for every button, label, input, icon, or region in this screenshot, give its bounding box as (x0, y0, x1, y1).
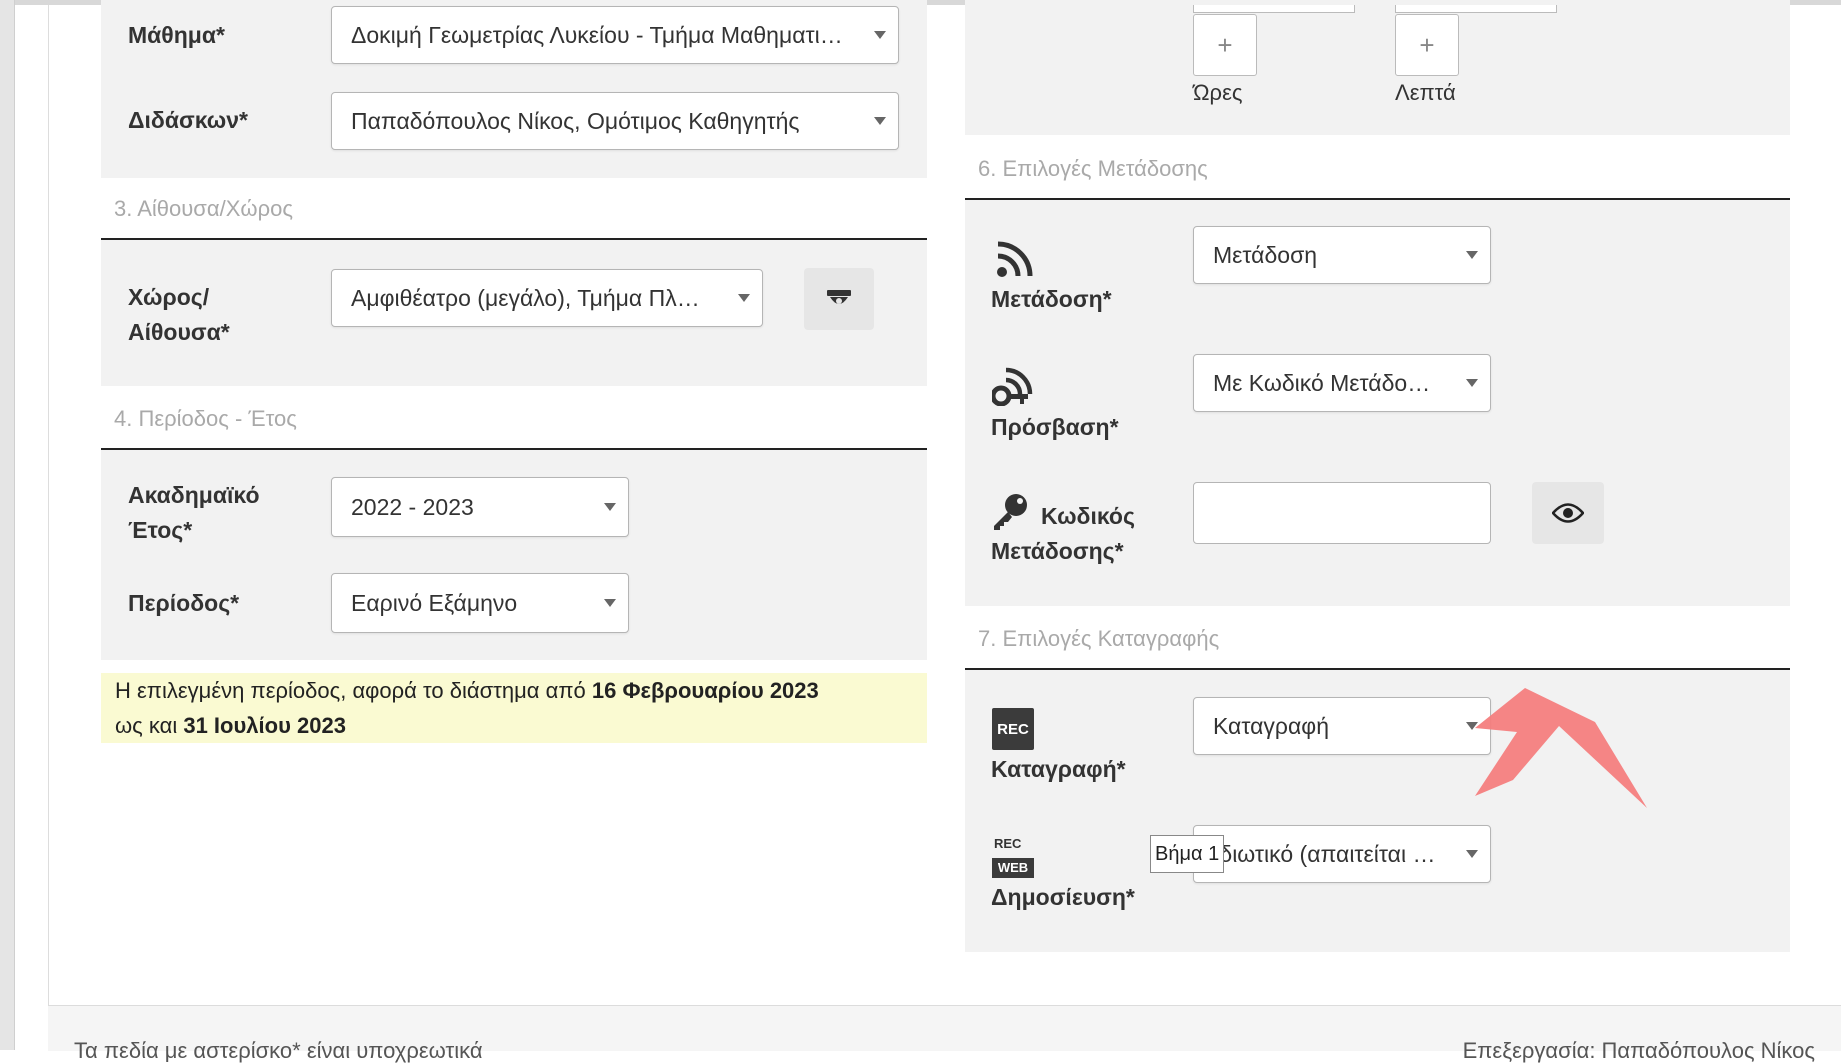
rec-web-icon-bottom: WEB (992, 858, 1034, 878)
recording-label: Καταγραφή* (991, 756, 1126, 782)
period-select[interactable]: Εαρινό Εξάμηνο (331, 573, 629, 633)
course-select-value: Δοκιμή Γεωμετρίας Λυκείου - Τμήμα Μαθημα… (351, 21, 848, 48)
academic-year-select-value: 2022 - 2023 (351, 493, 474, 520)
hours-increment-button[interactable]: + (1193, 14, 1257, 76)
chevron-down-icon (1466, 379, 1478, 387)
rec-icon: REC (992, 708, 1034, 750)
rss-icon (997, 241, 1033, 277)
room-section-title: 3. Αίθουσα/Χώρος (114, 196, 293, 221)
chevron-down-icon (604, 599, 616, 607)
chevron-down-icon (1466, 850, 1478, 858)
room-select-value: Αμφιθέατρο (μεγάλο), Τμήμα Πληροφορικής (351, 284, 712, 311)
camera-button[interactable] (804, 268, 874, 330)
stream-code-label-line1: Κωδικός (1041, 503, 1135, 529)
broadcast-label: Μετάδοση* (991, 286, 1112, 312)
broadcast-select-value: Μετάδοση (1213, 241, 1318, 268)
form-footer: Τα πεδία με αστερίσκο* είναι υποχρεωτικά… (48, 1005, 1841, 1063)
info-prefix: Η επιλεγμένη περίοδος, αφορά το διάστημα… (115, 678, 592, 703)
minutes-increment-button[interactable]: + (1395, 14, 1459, 76)
recording-section-title: 7. Επιλογές Καταγραφής (978, 626, 1220, 651)
period-select-value: Εαρινό Εξάμηνο (351, 589, 518, 616)
academic-year-label: Ακαδημαϊκό Έτος* (128, 478, 260, 548)
broadcast-select[interactable]: Μετάδοση (1193, 226, 1491, 284)
recording-select[interactable]: Καταγραφή (1193, 697, 1491, 755)
rec-web-icon-top: REC (994, 836, 1022, 851)
chevron-down-icon (604, 503, 616, 511)
key-rss-icon (992, 367, 1033, 406)
room-label-line2: Αίθουσα* (128, 319, 230, 345)
publish-label: Δημοσίευση* (991, 884, 1135, 910)
stream-code-label: Κωδικός Μετάδοσης* (991, 499, 1135, 569)
period-section-title: 4. Περίοδος - Έτος (114, 406, 297, 431)
room-label: Χώρος/ Αίθουσα* (128, 280, 230, 350)
recording-select-value: Καταγραφή (1213, 712, 1329, 739)
academic-year-label-line2: Έτος* (128, 517, 193, 543)
instructor-select[interactable]: Παπαδόπουλος Νίκος, Ομότιμος Καθηγητής (331, 92, 899, 150)
academic-year-select[interactable]: 2022 - 2023 (331, 477, 629, 537)
info-start-date: 16 Φεβρουαρίου 2023 (591, 678, 819, 703)
minutes-input-edge (1395, 5, 1557, 13)
room-select[interactable]: Αμφιθέατρο (μεγάλο), Τμήμα Πληροφορικής (331, 269, 763, 327)
required-fields-note: Τα πεδία με αστερίσκο* είναι υποχρεωτικά (74, 1038, 483, 1063)
eye-icon (1552, 503, 1584, 523)
stream-code-input[interactable] (1193, 482, 1491, 544)
hours-input-edge (1193, 5, 1355, 13)
period-label: Περίοδος* (128, 590, 240, 616)
info-middle: ως και (115, 713, 184, 738)
camera-icon (827, 290, 851, 304)
course-label: Μάθημα* (128, 22, 225, 48)
publish-select-value: Ιδιωτικό (απαιτείται σύνδεση) (1213, 840, 1440, 867)
room-label-line1: Χώρος/ (128, 284, 210, 310)
access-select[interactable]: Με Κωδικό Μετάδοσης (1193, 354, 1491, 412)
hours-label: Ώρες (1193, 80, 1243, 105)
period-info-notice: Η επιλεγμένη περίοδος, αφορά το διάστημα… (101, 673, 927, 743)
access-label: Πρόσβαση* (991, 414, 1119, 440)
access-select-value: Με Κωδικό Μετάδοσης (1213, 369, 1440, 396)
chevron-down-icon (1466, 251, 1478, 259)
editor-note: Επεξεργασία: Παπαδόπουλος Νίκος (1462, 1038, 1815, 1063)
broadcast-section-title: 6. Επιλογές Μετάδοσης (978, 156, 1208, 181)
course-select[interactable]: Δοκιμή Γεωμετρίας Λυκείου - Τμήμα Μαθημα… (331, 6, 899, 64)
minutes-label: Λεπτά (1395, 80, 1456, 105)
instructor-label: Διδάσκων* (128, 107, 248, 133)
academic-year-label-line1: Ακαδημαϊκό (128, 482, 260, 508)
chevron-down-icon (874, 31, 886, 39)
stream-code-label-line2: Μετάδοσης* (991, 538, 1124, 564)
rec-web-icon: REC WEB (992, 836, 1036, 878)
window-left-edge (0, 0, 15, 1050)
annotation-arrow (1475, 688, 1647, 808)
toggle-password-visibility-button[interactable] (1532, 482, 1604, 544)
duration-panel (965, 0, 1790, 135)
publish-select[interactable]: Ιδιωτικό (απαιτείται σύνδεση) (1193, 825, 1491, 883)
info-end-date: 31 Ιουλίου 2023 (183, 713, 346, 738)
chevron-down-icon (738, 294, 750, 302)
chevron-down-icon (874, 117, 886, 125)
instructor-select-value: Παπαδόπουλος Νίκος, Ομότιμος Καθηγητής (351, 107, 800, 134)
step-tooltip: Βήμα 1 (1150, 835, 1225, 873)
